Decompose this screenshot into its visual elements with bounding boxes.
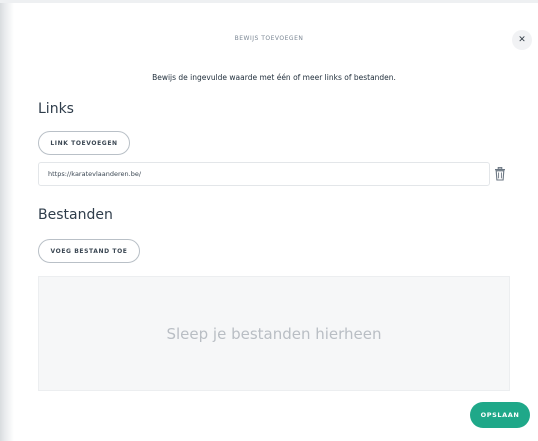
link-url-value: https://karatevlaanderen.be/: [48, 170, 142, 178]
add-file-button[interactable]: VOEG BESTAND TOE: [38, 239, 140, 263]
save-button[interactable]: OPSLAAN: [470, 402, 530, 428]
files-heading: Bestanden: [38, 207, 113, 223]
close-button[interactable]: ✕: [512, 30, 532, 50]
file-dropzone[interactable]: Sleep je bestanden hierheen: [38, 276, 510, 391]
trash-icon[interactable]: [494, 167, 506, 181]
background-page-edge: [0, 0, 14, 441]
modal-top-edge: [0, 0, 538, 3]
dropzone-text: Sleep je bestanden hierheen: [166, 324, 382, 343]
links-heading: Links: [38, 101, 74, 117]
close-icon: ✕: [518, 35, 526, 45]
modal-title: BEWIJS TOEVOEGEN: [234, 35, 304, 42]
intro-text: Bewijs de ingevulde waarde met één of me…: [152, 73, 396, 82]
add-link-button[interactable]: LINK TOEVOEGEN: [38, 131, 130, 155]
link-url-field[interactable]: https://karatevlaanderen.be/: [38, 162, 490, 186]
